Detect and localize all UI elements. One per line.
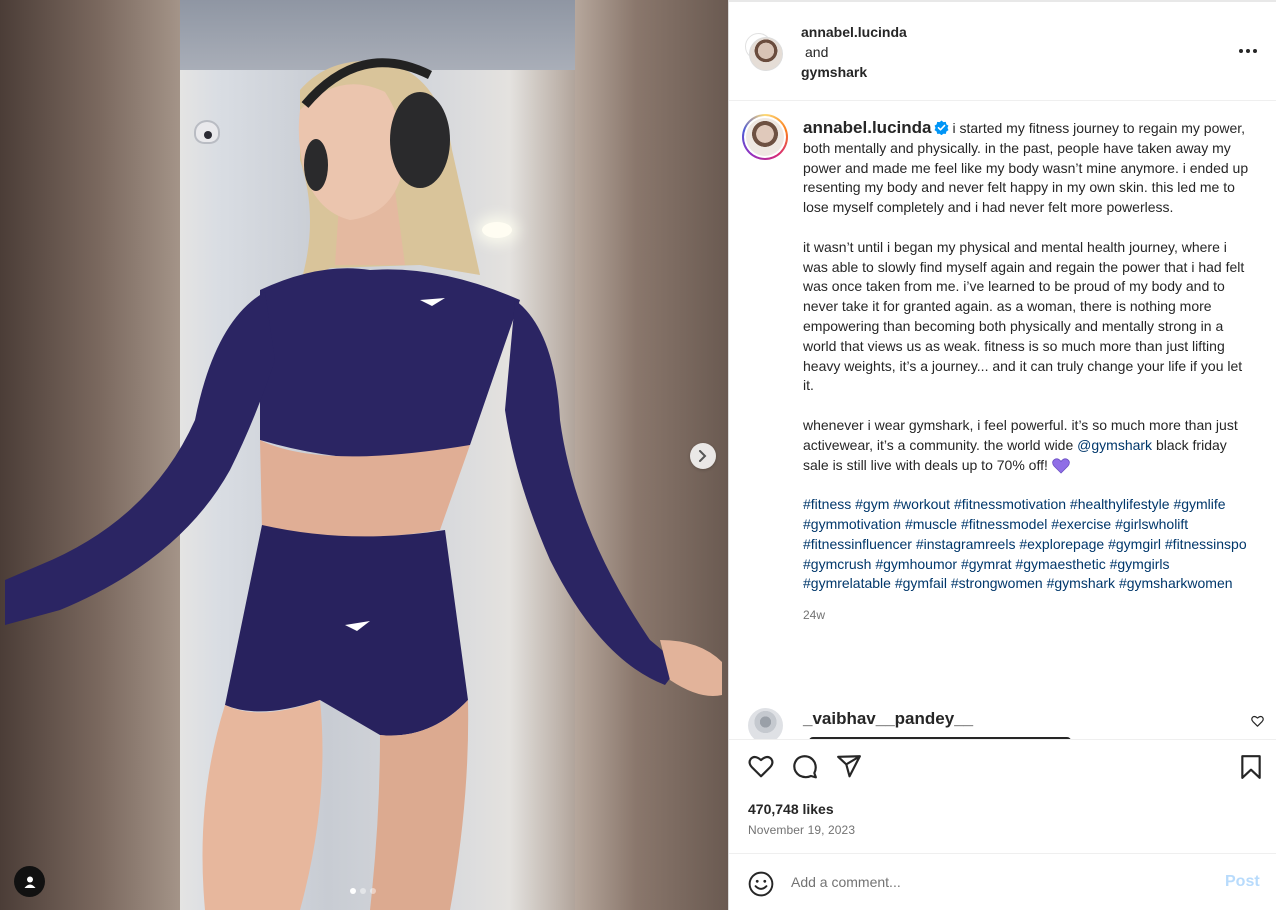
purple-heart-icon (1051, 457, 1070, 474)
post-side-panel: annabel.lucinda and gymshark annabel.luc… (728, 0, 1276, 910)
caption: annabel.lucinda i started my fitness jou… (803, 118, 1253, 626)
hashtag-link[interactable]: #fitnessmodel (961, 516, 1047, 532)
caption-avatar[interactable] (742, 114, 788, 160)
comment-item: _vaibhav__pandey__ (729, 706, 1276, 739)
slide-dot (360, 888, 366, 894)
caption-time[interactable]: 24w (803, 606, 1253, 626)
header-username-1[interactable]: annabel.lucinda (801, 22, 907, 42)
hashtag-link[interactable]: #fitnessmotivation (954, 496, 1066, 512)
hashtag-link[interactable]: #fitnessinfluencer (803, 536, 912, 552)
user-icon (24, 876, 35, 888)
slide-dot (370, 888, 376, 894)
more-options-icon[interactable] (1234, 42, 1262, 60)
caption-author[interactable]: annabel.lucinda (803, 118, 931, 137)
model-figure (5, 58, 722, 910)
comment-icon[interactable] (792, 754, 818, 780)
post-header: annabel.lucinda and gymshark (729, 2, 1276, 101)
share-icon[interactable] (836, 754, 862, 778)
comment-composer: Post (729, 853, 1276, 910)
hashtag-link[interactable]: #gymmotivation (803, 516, 901, 532)
tagged-users-button[interactable] (14, 866, 45, 897)
header-username-2[interactable]: gymshark (801, 62, 907, 82)
hashtag-link[interactable]: #gymgirl (1108, 536, 1161, 552)
comments-scroll-area[interactable]: annabel.lucinda i started my fitness jou… (729, 101, 1276, 739)
hashtag-link[interactable]: #girlswholift (1115, 516, 1188, 532)
hashtag-link[interactable]: #gymhoumor (875, 556, 957, 572)
hashtag-link[interactable]: #muscle (905, 516, 957, 532)
slide-dot (350, 888, 356, 894)
hashtag-link[interactable]: #fitnessinspo (1165, 536, 1247, 552)
post-media[interactable] (0, 0, 728, 910)
hashtag-link[interactable]: #gymsharkwomen (1119, 575, 1233, 591)
verified-badge-icon (935, 120, 949, 135)
chevron-right-icon (699, 450, 707, 462)
commenter-avatar[interactable] (748, 708, 783, 739)
comment-input[interactable] (791, 870, 1191, 894)
collab-names: annabel.lucinda and gymshark (801, 22, 907, 82)
hashtag-link[interactable]: #fitness (803, 496, 851, 512)
hashtag-link[interactable]: #gymaesthetic (1015, 556, 1105, 572)
caption-paragraph-2: it wasn’t until i began my physical and … (803, 238, 1245, 394)
comment-like-icon[interactable] (1251, 715, 1264, 727)
slide-indicator (350, 888, 376, 894)
hashtag-link[interactable]: #explorepage (1019, 536, 1104, 552)
hashtag-link[interactable]: #exercise (1051, 516, 1111, 532)
hashtag-link[interactable]: #gymshark (1047, 575, 1115, 591)
emoji-picker-icon[interactable] (748, 871, 774, 897)
action-bar (729, 740, 1276, 796)
hashtag-link[interactable]: #gym (855, 496, 889, 512)
post-comment-button[interactable]: Post (1225, 873, 1260, 891)
header-and: and (805, 44, 829, 60)
hashtag-link[interactable]: #instagramreels (916, 536, 1016, 552)
hashtag-link[interactable]: #gymlife (1173, 496, 1225, 512)
hashtag-link[interactable]: #gymcrush (803, 556, 871, 572)
hashtag-link[interactable]: #healthylifestyle (1070, 496, 1170, 512)
hashtag-list: #fitness #gym #workout #fitnessmotivatio… (803, 495, 1253, 594)
hashtag-link[interactable]: #gymrelatable (803, 575, 891, 591)
mention-link[interactable]: @gymshark (1077, 437, 1152, 453)
like-icon[interactable] (748, 754, 774, 778)
likes-count[interactable]: 470,748 likes (748, 801, 834, 817)
commenter-username[interactable]: _vaibhav__pandey__ (803, 709, 973, 729)
save-bookmark-icon[interactable] (1240, 754, 1262, 780)
hashtag-link[interactable]: #gymfail (895, 575, 947, 591)
hashtag-link[interactable]: #gymrat (961, 556, 1012, 572)
hashtag-link[interactable]: #gymgirls (1110, 556, 1170, 572)
hashtag-link[interactable]: #strongwomen (951, 575, 1043, 591)
next-slide-button[interactable] (690, 443, 716, 469)
post-date[interactable]: November 19, 2023 (748, 823, 855, 837)
hashtag-link[interactable]: #workout (893, 496, 950, 512)
collab-avatar[interactable] (749, 37, 783, 71)
